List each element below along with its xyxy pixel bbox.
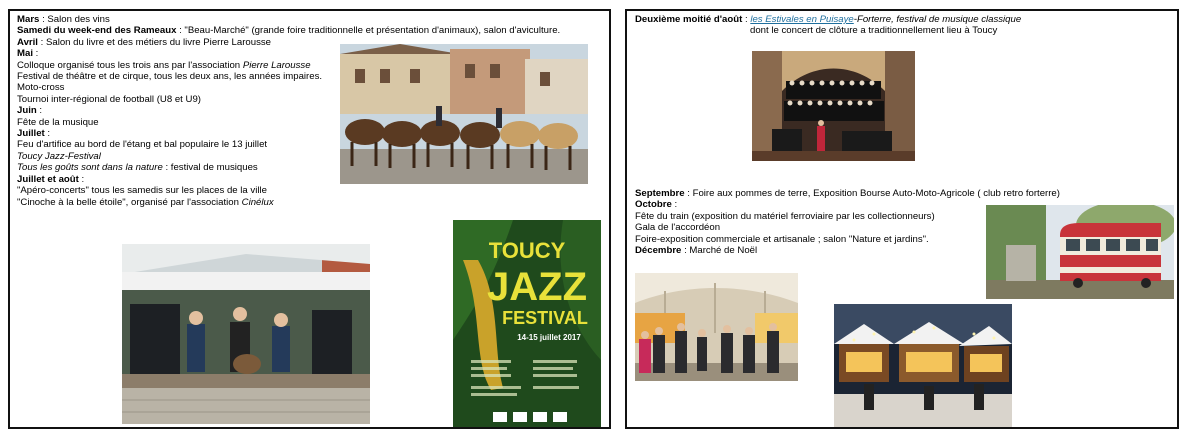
left-line-text: Moto-cross <box>17 82 65 94</box>
train-photo <box>986 205 1174 299</box>
left-line-italic: Toucy Jazz-Festival <box>17 150 101 162</box>
august-heading: Deuxième moitié d'août <box>635 14 743 25</box>
left-line-italic: Cinélux <box>241 196 274 208</box>
left-line-heading: Juillet et août <box>17 173 79 185</box>
right-line-text: Foire-exposition commerciale et artisana… <box>635 233 929 245</box>
left-line-text: "Apéro-concerts" tous les samedis sur le… <box>17 185 267 197</box>
left-line: "Apéro-concerts" tous les samedis sur le… <box>17 185 560 196</box>
left-line-text: : festival de musiques <box>162 162 258 174</box>
left-line-italic: Pierre Larousse <box>242 59 311 71</box>
fair-hall-photo <box>635 273 798 381</box>
left-line-heading: Mai <box>17 48 33 60</box>
right-line-text: : <box>671 199 678 211</box>
left-line-text: Festival de théâtre et de cirque, tous l… <box>17 71 323 83</box>
orchestra-photo <box>752 51 915 161</box>
left-line-text: : <box>33 48 39 60</box>
left-line-heading: Juin <box>17 105 37 117</box>
estivales-link[interactable]: les Estivales en Puisaye <box>750 14 853 25</box>
left-line: "Cinoche à la belle étoile", organisé pa… <box>17 197 560 208</box>
left-line-text: : "Beau-Marché" (grande foire traditionn… <box>176 25 561 37</box>
left-line-text: "Cinoche à la belle étoile", organisé pa… <box>17 196 242 208</box>
left-line-text: : <box>36 105 43 117</box>
right-line-heading: Décembre <box>635 245 682 257</box>
right-line-text: Gala de l'accordéon <box>635 222 721 234</box>
right-page: Deuxième moitié d'août : les Estivales e… <box>625 9 1179 429</box>
left-line-text: Tournoi inter-régional de football (U8 e… <box>17 93 201 105</box>
left-line-heading: Samedi du week-end des Rameaux <box>17 25 177 37</box>
august-after: -Forterre, festival de musique classique <box>853 14 1022 25</box>
left-line-text: Colloque organisé tous les trois ans par… <box>17 59 243 71</box>
left-line: Samedi du week-end des Rameaux : "Beau-M… <box>17 25 560 36</box>
right-line-heading: Septembre <box>635 188 685 199</box>
left-line-heading: Mars <box>17 14 40 25</box>
right-line: Septembre : Foire aux pommes de terre, E… <box>635 188 1060 199</box>
left-line-text: : <box>78 173 85 185</box>
left-line-heading: Juillet <box>17 128 45 140</box>
jazz-band-photo <box>122 244 370 424</box>
poster-title-line1: TOUCY <box>489 238 566 263</box>
left-line-italic: Tous les goûts sont dans la nature <box>17 162 163 174</box>
august-block: Deuxième moitié d'août : les Estivales e… <box>635 14 1021 37</box>
poster-title-line2: JAZZ <box>487 265 587 309</box>
left-line-text: Fête de la musique <box>17 116 99 128</box>
right-line-text: : Foire aux pommes de terre, Exposition … <box>684 188 1060 199</box>
poster-title-line3: FESTIVAL <box>502 308 588 328</box>
left-line-text: : Salon du livre et des métiers du livre… <box>37 36 272 48</box>
left-line-heading: Avril <box>17 36 38 48</box>
left-line-text: : <box>44 128 51 140</box>
august-line2: dont le concert de clôture a traditionne… <box>750 25 998 37</box>
christmas-market-photo <box>834 304 1012 427</box>
right-line-text: Fête du train (exposition du matériel fe… <box>635 210 935 222</box>
horse-fair-photo <box>340 44 588 184</box>
right-line-text: : Marché de Noël <box>681 245 758 257</box>
left-line-text: : Salon des vins <box>39 14 110 25</box>
jazz-festival-poster: TOUCY JAZZ FESTIVAL 14-15 juillet 2017 <box>453 220 601 427</box>
left-line: Mars : Salon des vins <box>17 14 560 25</box>
right-line-heading: Octobre <box>635 199 672 211</box>
left-page: Mars : Salon des vins Samedi du week-end … <box>8 9 611 429</box>
left-line-text: Feu d'artifice au bord de l'étang et bal… <box>17 139 268 151</box>
poster-dates: 14-15 juillet 2017 <box>517 333 581 342</box>
